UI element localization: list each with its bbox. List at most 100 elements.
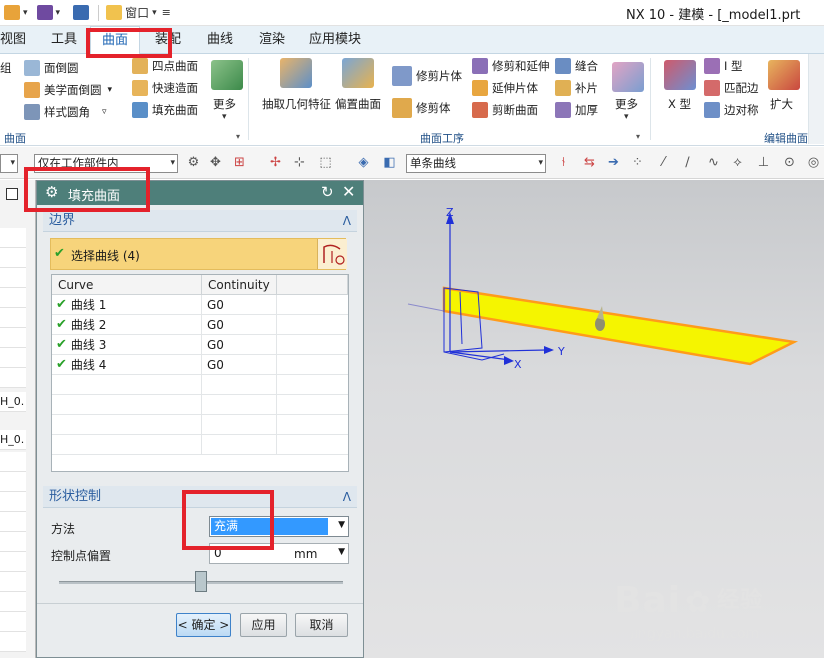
quick-surface-button[interactable]: 快速造面 — [132, 80, 198, 96]
nav-row[interactable] — [0, 552, 26, 572]
edge-symmetry-button[interactable]: 边对称 — [704, 102, 759, 118]
center-icon[interactable]: ⊙ — [782, 155, 797, 170]
rectangle-select-icon[interactable]: ⬚ — [318, 155, 333, 170]
ribbon-cut-item[interactable]: 组 — [0, 60, 12, 76]
tangent-icon[interactable]: ◎ — [806, 155, 821, 170]
offset-slider-thumb[interactable] — [195, 571, 207, 592]
reset-icon[interactable]: ↻ — [321, 183, 334, 201]
nav-row[interactable] — [0, 348, 26, 368]
x-form-icon[interactable] — [664, 60, 696, 90]
match-edge-button[interactable]: 匹配边 — [704, 80, 759, 96]
point-on-curve-icon[interactable]: ✢ — [268, 155, 283, 170]
fill-surface[interactable] — [442, 286, 799, 366]
nav-row[interactable] — [0, 228, 26, 248]
tool-icon[interactable] — [73, 5, 90, 20]
filter-icon[interactable]: ⚙ — [186, 155, 201, 170]
nav-row[interactable] — [0, 512, 26, 532]
i-form-button[interactable]: I 型 — [704, 58, 743, 74]
boundary-section-header[interactable]: 边界 ᐱ — [43, 210, 357, 232]
thicken-button[interactable]: 加厚 — [555, 102, 598, 118]
nav-item[interactable]: H_0. — [0, 392, 26, 412]
nav-row[interactable] — [0, 452, 26, 472]
nav-row[interactable] — [0, 268, 26, 288]
tab-tools[interactable]: 工具 — [44, 26, 84, 54]
curve-select-button[interactable] — [317, 239, 347, 269]
nav-row[interactable] — [0, 592, 26, 612]
nav-row[interactable] — [0, 632, 26, 652]
column-header-curve[interactable]: Curve — [52, 275, 202, 295]
face-blend-button[interactable]: 面倒圆 — [24, 60, 79, 76]
apply-button[interactable]: 应用 — [240, 613, 287, 637]
column-header-continuity[interactable]: Continuity — [202, 275, 277, 295]
line-icon[interactable]: ∕ — [680, 155, 695, 170]
curve-rule-combo[interactable]: 单条曲线 ▾ — [406, 154, 546, 173]
nav-row[interactable] — [0, 492, 26, 512]
graphics-viewport[interactable]: Z Y X Bai ✿ 经验 jingyan.baidu.com — [364, 180, 824, 658]
ribbon-scroll-strip[interactable] — [808, 54, 824, 144]
tab-application[interactable]: 应用模块 — [304, 26, 366, 54]
follow-fillet-icon[interactable]: ⇆ — [582, 155, 597, 170]
edit-icon[interactable] — [36, 5, 53, 20]
type-filter-combo[interactable]: ▾ — [0, 154, 18, 173]
extract-geometry-button[interactable]: 抽取几何特征 — [262, 96, 331, 112]
snap-point-icon[interactable]: ⊞ — [232, 155, 247, 170]
intersection-icon[interactable]: ⊥ — [756, 155, 771, 170]
tab-curve[interactable]: 曲线 — [200, 26, 240, 54]
more-surface-icon[interactable] — [211, 60, 243, 90]
more-ops-icon[interactable] — [612, 62, 644, 92]
collapse-icon[interactable]: ᐱ — [343, 210, 351, 232]
offset-surface-button[interactable]: 偏置曲面 — [335, 96, 381, 112]
divide-face-button[interactable]: 剪断曲面 — [472, 102, 538, 118]
extract-geometry-icon[interactable] — [280, 58, 312, 88]
patch-button[interactable]: 补片 — [555, 80, 598, 96]
stop-at-intersection-icon[interactable]: ⫮ — [556, 155, 571, 170]
nav-row[interactable] — [0, 532, 26, 552]
nav-item[interactable]: H_0. — [0, 430, 26, 450]
nav-row[interactable] — [0, 368, 26, 388]
nav-row[interactable] — [0, 308, 26, 328]
select-curves-row[interactable]: ✔ 选择曲线 (4) — [50, 238, 347, 270]
select-all-icon[interactable]: ◈ — [356, 155, 371, 170]
group-expand-icon[interactable]: ▾ — [236, 132, 240, 141]
offset-unit[interactable]: mm — [294, 547, 317, 561]
cancel-button[interactable]: 取消 — [295, 613, 348, 637]
quadrant-icon[interactable]: ⟡ — [730, 155, 745, 170]
enlarge-button[interactable]: 扩大 — [770, 96, 793, 112]
sew-button[interactable]: 缝合 — [555, 58, 598, 74]
trim-sheet-button[interactable]: 修剪片体 — [392, 66, 462, 86]
tab-view[interactable]: 视图 — [0, 26, 26, 54]
trim-body-button[interactable]: 修剪体 — [392, 98, 451, 118]
snap-icon[interactable] — [4, 5, 20, 20]
collapse-icon[interactable]: ᐱ — [343, 486, 351, 508]
chevron-down-icon[interactable]: ▼ — [338, 520, 345, 530]
group-expand-icon[interactable]: ▾ — [636, 132, 640, 141]
aesthetic-face-blend-button[interactable]: 美学面倒圆 ▾ — [24, 82, 112, 98]
styled-blend-button[interactable]: 样式圆角 ▿ — [24, 104, 107, 120]
table-row[interactable]: ✔ 曲线 2 G0 — [52, 315, 348, 335]
ok-button[interactable]: < 确定 > — [176, 613, 231, 637]
nav-row[interactable] — [0, 288, 26, 308]
nav-row[interactable] — [0, 248, 26, 268]
general-select-icon[interactable]: ✥ — [208, 155, 223, 170]
nav-row[interactable] — [0, 472, 26, 492]
midpoint-icon[interactable]: ⁄ — [656, 155, 671, 170]
offset-surface-icon[interactable] — [342, 58, 374, 88]
endpoint-icon[interactable]: ⁘ — [630, 155, 645, 170]
enlarge-icon[interactable] — [768, 60, 800, 90]
extend-sheet-button[interactable]: 延伸片体 — [472, 80, 538, 96]
chain-icon[interactable]: ➔ — [606, 155, 621, 170]
table-row[interactable]: ✔ 曲线 3 G0 — [52, 335, 348, 355]
four-point-surface-button[interactable]: 四点曲面 — [132, 58, 198, 74]
nav-row[interactable] — [0, 612, 26, 632]
nav-row[interactable] — [0, 572, 26, 592]
fill-surface-button[interactable]: 填充曲面 — [132, 102, 198, 118]
x-form-button[interactable]: X 型 — [668, 96, 691, 112]
table-row[interactable]: ✔ 曲线 1 G0 — [52, 295, 348, 315]
customize-quick-access-icon[interactable]: ≡ — [162, 6, 171, 19]
more-surface-button[interactable]: 更多 — [213, 96, 236, 112]
navigator-checkbox[interactable] — [6, 188, 18, 200]
tab-render[interactable]: 渲染 — [252, 26, 292, 54]
window-menu[interactable]: 窗口 — [125, 4, 149, 21]
chevron-down-icon[interactable]: ▼ — [338, 547, 345, 557]
deselect-icon[interactable]: ◧ — [382, 155, 397, 170]
